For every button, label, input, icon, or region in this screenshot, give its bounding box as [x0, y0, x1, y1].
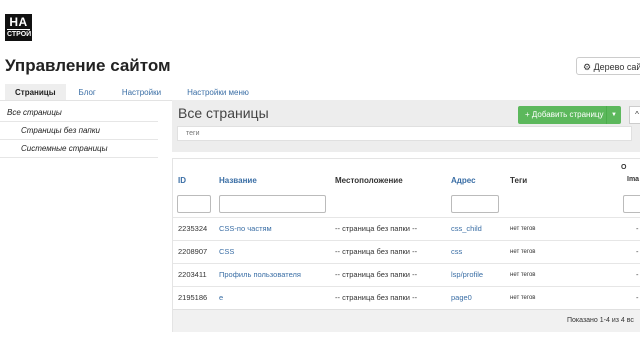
tab-bar: Страницы Блог Настройки Настройки меню	[5, 84, 262, 101]
filter-overflow-input[interactable]	[623, 195, 640, 213]
cell-extra: -	[636, 293, 639, 302]
pages-header-panel: Все страницы + Добавить страницу ▼ ^	[172, 100, 640, 152]
table-row: 2235324 CSS-по частям -- страница без па…	[173, 217, 640, 241]
cell-location: -- страница без папки --	[335, 224, 418, 233]
cell-location: -- страница без папки --	[335, 293, 418, 302]
cell-extra: -	[636, 270, 639, 279]
column-header-overflow-top: О	[621, 164, 627, 171]
table-row: 2203411 Профиль пользователя -- страница…	[173, 263, 640, 287]
filter-name-input[interactable]	[219, 195, 326, 213]
cell-name-link[interactable]: CSS-по частям	[219, 224, 272, 233]
cell-address-link[interactable]: css_child	[451, 224, 482, 233]
tags-input[interactable]	[177, 126, 632, 141]
filter-id-input[interactable]	[177, 195, 211, 213]
cell-name-link[interactable]: e	[219, 293, 223, 302]
section-title: Все страницы	[178, 105, 269, 121]
filter-address-input[interactable]	[451, 195, 499, 213]
logo-line2: СТРОЙ	[7, 29, 32, 38]
table-row: 2208907 CSS -- страница без папки -- css…	[173, 240, 640, 264]
column-header-tags: Теги	[510, 176, 528, 185]
pages-table: ID Название Местоположение Адрес Теги О …	[172, 158, 640, 332]
table-row: 2195186 e -- страница без папки -- page0…	[173, 286, 640, 310]
add-page-button[interactable]: + Добавить страницу ▼	[518, 106, 621, 124]
cell-tags: нет тегов	[510, 272, 536, 278]
cell-extra: -	[636, 247, 639, 256]
column-header-name[interactable]: Название	[219, 176, 257, 185]
cell-tags: нет тегов	[510, 249, 536, 255]
cell-extra: -	[636, 224, 639, 233]
collapse-button[interactable]: ^	[629, 106, 640, 124]
cell-location: -- страница без папки --	[335, 247, 418, 256]
pagination-summary: Показано 1-4 из 4 вс	[567, 317, 634, 324]
cell-name-link[interactable]: CSS	[219, 247, 234, 256]
cell-tags: нет тегов	[510, 226, 536, 232]
sidebar-item-no-folder[interactable]: Страницы без папки	[0, 122, 158, 140]
sidebar-item-system[interactable]: Системные страницы	[0, 140, 158, 158]
sidebar-item-all-pages[interactable]: Все страницы	[0, 104, 158, 122]
sidebar: Все страницы Страницы без папки Системны…	[0, 104, 158, 158]
tab-blog[interactable]: Блог	[66, 84, 109, 101]
cell-address-link[interactable]: css	[451, 247, 462, 256]
cell-tags: нет тегов	[510, 295, 536, 301]
cell-location: -- страница без папки --	[335, 270, 418, 279]
add-page-label: + Добавить страницу	[525, 110, 604, 119]
column-header-location: Местоположение	[335, 176, 403, 185]
cell-id: 2235324	[178, 224, 208, 233]
page-title: Управление сайтом	[5, 56, 171, 75]
tab-menu-settings[interactable]: Настройки меню	[174, 84, 262, 101]
table-footer: Показано 1-4 из 4 вс	[173, 309, 640, 332]
logo-line1: НА	[9, 15, 28, 29]
column-header-id[interactable]: ID	[178, 176, 186, 185]
cell-id: 2203411	[178, 270, 207, 279]
cell-name-link[interactable]: Профиль пользователя	[219, 270, 301, 279]
cell-address-link[interactable]: lsp/profile	[451, 270, 483, 279]
cell-id: 2195186	[178, 293, 208, 302]
column-header-overflow: Ima	[627, 176, 640, 183]
cell-address-link[interactable]: page0	[451, 293, 472, 302]
column-header-address[interactable]: Адрес	[451, 176, 476, 185]
chevron-down-icon[interactable]: ▼	[606, 106, 621, 124]
cell-id: 2208907	[178, 247, 208, 256]
tab-settings[interactable]: Настройки	[109, 84, 174, 101]
site-tree-button[interactable]: ⚙ Дерево сайта	[576, 57, 640, 75]
site-logo[interactable]: НА СТРОЙ	[5, 14, 32, 41]
tab-pages[interactable]: Страницы	[5, 84, 66, 101]
